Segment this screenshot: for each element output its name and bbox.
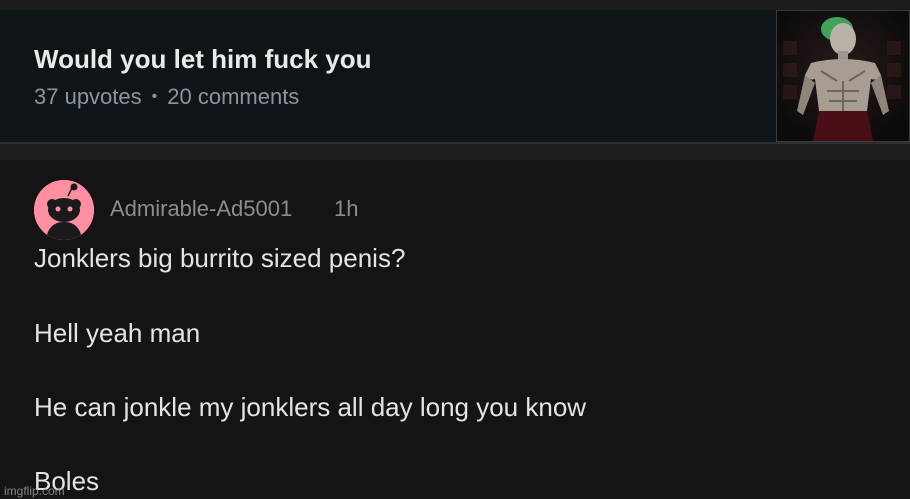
comment-username[interactable]: Admirable-Ad5001 [110,196,292,222]
comment: Admirable-Ad5001 1h Jonklers big burrito… [0,160,910,499]
comment-line: He can jonkle my jonklers all day long y… [34,392,587,422]
imgflip-watermark: imgflip.com [4,484,65,498]
post-meta: 37 upvotes • 20 comments [34,84,299,110]
comment-line: Jonklers big burrito sized penis? [34,243,406,273]
comment-line: Hell yeah man [34,318,201,348]
post-title[interactable]: Would you let him fuck you [34,44,372,75]
section-divider [0,144,910,160]
post-thumbnail[interactable] [776,10,910,142]
comment-count[interactable]: 20 comments [167,84,299,109]
upvote-count: 37 upvotes [34,84,142,109]
comment-timestamp: 1h [334,196,359,221]
avatar[interactable] [34,180,94,240]
reddit-snoo-avatar-icon [34,180,94,240]
post-card[interactable]: Would you let him fuck you 37 upvotes • 20… [0,10,910,144]
joker-portrait-thumbnail [777,11,909,141]
meta-separator: • [151,88,158,105]
top-strip [0,0,910,10]
